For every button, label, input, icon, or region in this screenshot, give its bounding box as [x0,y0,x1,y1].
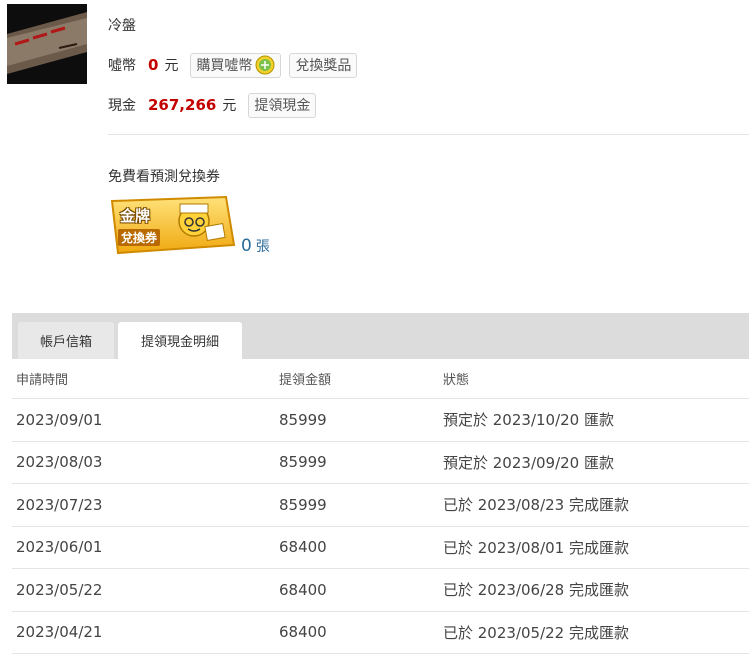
gold-coupon-badge[interactable]: 金牌 兌換券 [108,195,236,257]
tab-account-mailbox[interactable]: 帳戶信箱 [18,322,114,359]
tab-withdraw-details[interactable]: 提領現金明細 [118,322,242,359]
buy-coins-button[interactable]: 購買噓幣 [190,52,282,78]
withdraw-cash-button[interactable]: 提領現金 [248,92,317,118]
row-status: 已於 2023/08/23 完成匯款 [443,496,629,515]
row-date: 2023/04/21 [16,623,103,642]
coins-row: 噓幣 0 元 購買噓幣 兌換獎品 [108,52,365,78]
table-row: 2023/05/22 68400 已於 2023/06/28 完成匯款 [12,569,749,612]
cash-unit: 元 [222,98,237,114]
coupon-badge-line2: 兌換券 [118,229,161,246]
row-status: 預定於 2023/10/20 匯款 [443,411,614,430]
row-amount: 68400 [279,623,327,642]
buy-coins-label: 購買噓幣 [196,58,253,74]
divider [108,134,749,135]
row-status: 已於 2023/05/22 完成匯款 [443,623,629,642]
coupon-count-value: 0 [241,236,252,256]
row-amount: 68400 [279,538,327,557]
coin-icon [255,55,275,75]
table-row: 2023/06/01 68400 已於 2023/08/01 完成匯款 [12,527,749,569]
username: 冷盤 [108,18,136,34]
table-row: 2023/04/21 68400 已於 2023/05/22 完成匯款 [12,612,749,654]
row-date: 2023/08/03 [16,453,103,472]
row-amount: 68400 [279,580,327,599]
avatar[interactable] [7,4,87,84]
row-date: 2023/09/01 [16,410,103,429]
table-row: 2023/09/01 85999 預定於 2023/10/20 匯款 [12,399,749,442]
coupon-count-unit: 張 [255,239,270,255]
header-apply-time: 申請時間 [16,373,69,388]
coupon-count: 0張 [241,236,270,256]
row-date: 2023/07/23 [16,495,103,514]
coins-label: 噓幣 [108,58,136,74]
cash-row: 現金 267,266 元 提領現金 [108,92,324,118]
row-date: 2023/06/01 [16,538,103,557]
tab-bar: 帳戶信箱 提領現金明細 [12,313,749,359]
withdraw-table: 申請時間 提領金額 狀態 2023/09/01 85999 預定於 2023/1… [12,359,749,654]
table-row: 2023/08/03 85999 預定於 2023/09/20 匯款 [12,442,749,484]
row-status: 已於 2023/08/01 完成匯款 [443,538,629,557]
row-status: 已於 2023/06/28 完成匯款 [443,581,629,600]
coupon-badge-line1: 金牌 [120,207,151,225]
row-date: 2023/05/22 [16,580,103,599]
coupon-title: 免費看預測兌換券 [108,169,220,185]
coins-unit: 元 [164,58,179,74]
coins-amount: 0 [148,56,159,74]
row-amount: 85999 [279,410,327,429]
row-amount: 85999 [279,453,327,472]
cash-amount: 267,266 [148,96,217,114]
table-header: 申請時間 提領金額 狀態 [12,359,749,399]
table-row: 2023/07/23 85999 已於 2023/08/23 完成匯款 [12,484,749,527]
header-status: 狀態 [443,373,470,388]
row-amount: 85999 [279,495,327,514]
row-status: 預定於 2023/09/20 匯款 [443,453,614,472]
cash-label: 現金 [108,98,136,114]
avatar-image [7,4,87,84]
redeem-prize-button[interactable]: 兌換獎品 [289,52,358,78]
header-amount: 提領金額 [279,373,332,388]
